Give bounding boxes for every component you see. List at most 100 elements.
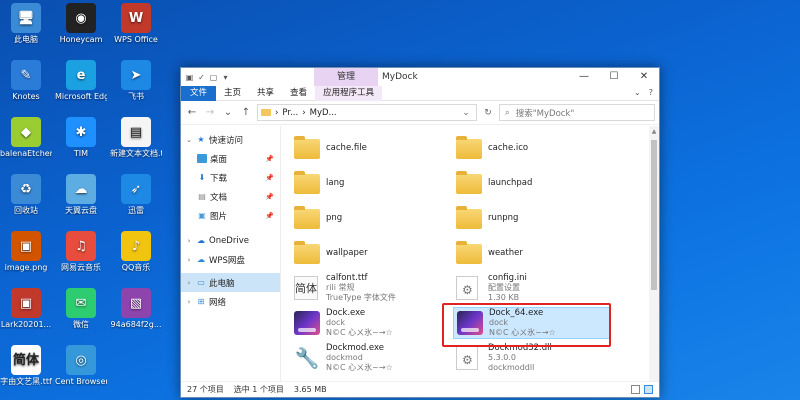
properties-icon[interactable]: ▣ <box>185 73 194 82</box>
desktop-icon[interactable]: ♪ QQ音乐 <box>110 231 162 272</box>
scroll-up-icon[interactable]: ▲ <box>649 128 659 135</box>
font-file-icon: 简体 <box>294 276 320 300</box>
file-name: calfont.ttf <box>326 273 368 283</box>
file-item[interactable]: lang <box>291 167 449 199</box>
details-view-button[interactable] <box>631 385 640 394</box>
recent-locations-button[interactable]: ⌄ <box>221 107 235 118</box>
sidebar-item[interactable]: › ⊞ 网络 <box>181 292 280 311</box>
file-item[interactable]: Dock_64.exe dock N©C 心ㄨ氷~→☆ <box>453 307 611 339</box>
file-item[interactable]: cache.file <box>291 132 449 164</box>
app-icon: ◆ <box>11 117 41 147</box>
maximize-button[interactable]: ☐ <box>599 68 629 86</box>
breadcrumb-program-files[interactable]: Pr... <box>282 108 298 118</box>
file-list: cache.file cache.ico lang launchpad png runpn… <box>281 126 659 381</box>
address-dropdown-icon[interactable]: ⌄ <box>459 108 473 118</box>
desktop-icon[interactable]: e Microsoft Edge <box>55 60 107 101</box>
desktop-icon[interactable]: 🖥 此电脑 <box>0 3 52 44</box>
sidebar-item-label: WPS网盘 <box>209 255 245 266</box>
large-icons-view-button[interactable] <box>644 385 653 394</box>
desktop-icon[interactable]: ☁ 天翼云盘 <box>55 174 107 215</box>
sidebar-item[interactable]: ⬇ 下载 📌 <box>181 168 280 187</box>
checkmark-icon[interactable]: ✓ <box>197 73 206 82</box>
address-bar[interactable]: › Pr... › MyD... ⌄ <box>257 104 477 121</box>
tab-file[interactable]: 文件 <box>181 85 217 101</box>
file-name: runpng <box>488 213 519 223</box>
up-button[interactable]: ↑ <box>239 107 253 118</box>
vertical-scrollbar[interactable]: ▲ <box>649 126 659 381</box>
sidebar-item[interactable]: 桌面 📌 <box>181 149 280 168</box>
desktop-icon[interactable]: ✉ 微信 <box>55 288 107 329</box>
desktop-icon[interactable]: ♫ 网易云音乐 <box>55 231 107 272</box>
expand-chevron-icon[interactable]: › <box>185 256 193 264</box>
file-name: lang <box>326 178 345 188</box>
file-item[interactable]: png <box>291 202 449 234</box>
file-name: Dock_64.exe <box>489 308 544 318</box>
desktop-icon[interactable]: ✎ Knotes <box>0 60 52 101</box>
file-item[interactable]: 简体 calfont.ttf rili 常规 TrueType 字体文件 <box>291 272 449 304</box>
desktop-icon[interactable]: ➶ 迅雷 <box>110 174 162 215</box>
tab-share[interactable]: 共享 <box>249 86 282 101</box>
app-icon: ➶ <box>121 174 151 204</box>
desktop-icon[interactable]: ▣ image.png <box>0 231 52 272</box>
app-icon: ♫ <box>66 231 96 261</box>
breadcrumb-mydock[interactable]: MyD... <box>310 108 337 118</box>
file-item[interactable]: runpng <box>453 202 611 234</box>
new-folder-icon[interactable]: ▢ <box>209 73 218 82</box>
sidebar-item[interactable]: › ☁ WPS网盘 <box>181 250 280 269</box>
folder-icon <box>294 241 320 265</box>
expand-chevron-icon[interactable]: › <box>185 237 193 245</box>
folder-icon <box>294 171 320 195</box>
expand-chevron-icon[interactable]: › <box>185 298 193 306</box>
desktop-icon[interactable]: W WPS Office <box>110 3 162 44</box>
sidebar-item[interactable]: ▣ 图片 📌 <box>181 206 280 225</box>
sidebar-item[interactable]: ⌄ ★ 快速访问 <box>181 130 280 149</box>
forward-button[interactable]: → <box>203 107 217 118</box>
close-button[interactable]: ✕ <box>629 68 659 86</box>
desktop-icon[interactable]: ◉ Honeycam <box>55 3 107 44</box>
expand-chevron-icon[interactable]: ⌄ <box>185 136 193 144</box>
file-item[interactable]: wallpaper <box>291 237 449 269</box>
file-detail: rili 常规 <box>326 283 355 292</box>
settings-file-icon <box>456 276 482 300</box>
title-bar[interactable]: ▣ ✓ ▢ ▾ 管理 MyDock — ☐ ✕ <box>181 68 659 86</box>
minimize-button[interactable]: — <box>569 68 599 86</box>
app-icon: ♪ <box>121 231 151 261</box>
desktop-icon[interactable]: ▧ 94a684f2g... <box>110 288 162 329</box>
sidebar-item[interactable]: ▤ 文档 📌 <box>181 187 280 206</box>
desktop-icon[interactable]: ▣ Lark20201... <box>0 288 52 329</box>
file-item[interactable]: Dockmod32.dll5.3.0.0dockmoddll <box>453 342 611 374</box>
tab-application-tools[interactable]: 应用程序工具 <box>315 85 383 101</box>
back-button[interactable]: ← <box>185 107 199 118</box>
file-item[interactable]: 🔧 Dockmod.exe dockmod N©C 心ㄨ氷~→☆ <box>291 342 449 374</box>
desktop-icon[interactable]: 简体 字由文艺黑.ttf <box>0 345 52 386</box>
file-item[interactable]: launchpad <box>453 167 611 199</box>
expand-chevron-icon[interactable]: › <box>185 279 193 287</box>
refresh-button[interactable]: ↻ <box>481 108 495 118</box>
tab-home[interactable]: 主页 <box>216 86 249 101</box>
desktop-icon[interactable]: ◆ balenaEtcher <box>0 117 52 158</box>
sidebar-item[interactable]: › ☁ OneDrive <box>181 231 280 250</box>
file-item[interactable]: weather <box>453 237 611 269</box>
file-detail: N©C 心ㄨ氷~→☆ <box>326 363 393 372</box>
file-item[interactable]: config.ini配置设置1.30 KB <box>453 272 611 304</box>
scrollbar-thumb[interactable] <box>651 140 657 290</box>
desktop-icon[interactable]: ➤ 飞书 <box>110 60 162 101</box>
desktop-icon[interactable]: ♻ 回收站 <box>0 174 52 215</box>
desktop-icon[interactable]: ◎ Cent Browser <box>55 345 107 386</box>
desktop-icon[interactable]: ▤ 新建文本文档.txt <box>110 117 162 158</box>
desktop-icon-label: 天翼云盘 <box>65 206 97 215</box>
tab-view[interactable]: 查看 <box>282 86 315 101</box>
context-tab-manage[interactable]: 管理 <box>314 68 378 86</box>
desktop-icon[interactable]: ✱ TIM <box>55 117 107 158</box>
pin-icon: 📌 <box>265 173 274 182</box>
desktop-icon-label: QQ音乐 <box>121 263 151 272</box>
ribbon-expand-icon[interactable]: ⌄ <box>634 88 641 97</box>
file-item[interactable]: Dock.exe dock N©C 心ㄨ氷~→☆ <box>291 307 449 339</box>
customize-dropdown-icon[interactable]: ▾ <box>221 73 230 82</box>
desktop-icon-label: 94a684f2g... <box>110 320 162 329</box>
help-icon[interactable]: ? <box>649 88 653 97</box>
search-input[interactable]: ⌕ 搜索"MyDock" <box>499 104 655 121</box>
sidebar-item[interactable]: › ▭ 此电脑 <box>181 273 280 292</box>
file-item[interactable]: cache.ico <box>453 132 611 164</box>
file-detail: dock <box>326 318 346 327</box>
